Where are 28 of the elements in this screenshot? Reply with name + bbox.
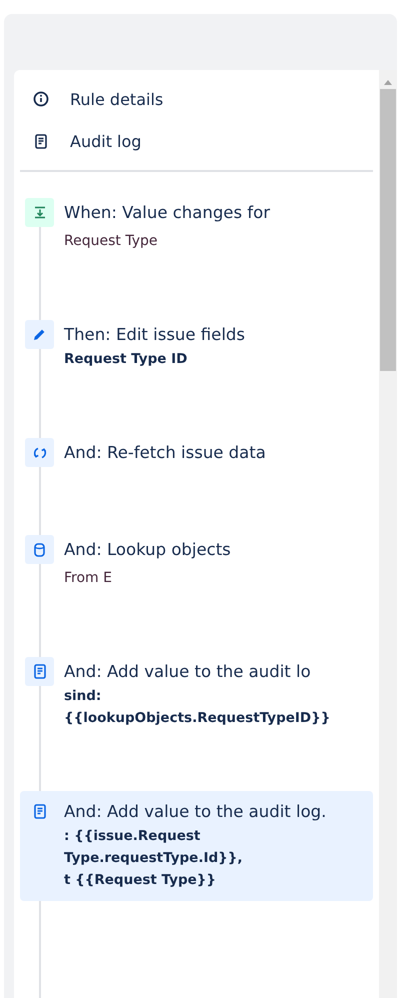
menu-item[interactable]: Rule details (20, 78, 373, 120)
step-title: And: Lookup objects (64, 539, 232, 561)
rule-step[interactable]: And: Re-fetch issue data (20, 432, 373, 529)
rule-step[interactable]: Then: Edit issue fields Request Type ID (20, 314, 373, 432)
database-icon (34, 542, 45, 556)
step-detail: Request Type ID (64, 350, 188, 369)
step-title: And: Add value to the audit lo (64, 661, 312, 683)
rule-step[interactable]: When: Value changes for Request Type (20, 192, 373, 314)
step-title: Then: Edit issue fields (64, 324, 246, 346)
rule-step[interactable]: And: Add value to the audit log. : {{issue.Request Type.requestType.Id}}, t {{Request Type}} (20, 791, 373, 901)
step-title: When: Value changes for (64, 202, 271, 224)
step-detail: sind: {{lookupObjects.RequestTypeID}} (64, 687, 332, 728)
refresh-icon (32, 446, 46, 460)
step-detail: Request Type (64, 232, 158, 251)
rule-step[interactable]: And: Add value to the audit lo sind: {{lookupObjects.RequestTypeID}} (20, 651, 373, 791)
step-title: And: Add value to the audit log. (64, 801, 328, 823)
document-icon (35, 134, 47, 148)
step-detail: From E (64, 569, 113, 588)
document-icon (34, 804, 46, 819)
step-title: And: Re-fetch issue data (64, 442, 267, 464)
document-icon (34, 664, 46, 679)
menu-item[interactable]: Audit log (20, 120, 373, 162)
info-icon (33, 91, 49, 107)
download-icon (34, 206, 46, 219)
pencil-icon (33, 328, 46, 341)
step-detail: : {{issue.Request Type.requestType.Id}}, t {{Request Type}} (64, 827, 244, 890)
rule-step[interactable]: And: Lookup objects From E (20, 529, 373, 651)
scrollbar[interactable] (379, 70, 397, 998)
